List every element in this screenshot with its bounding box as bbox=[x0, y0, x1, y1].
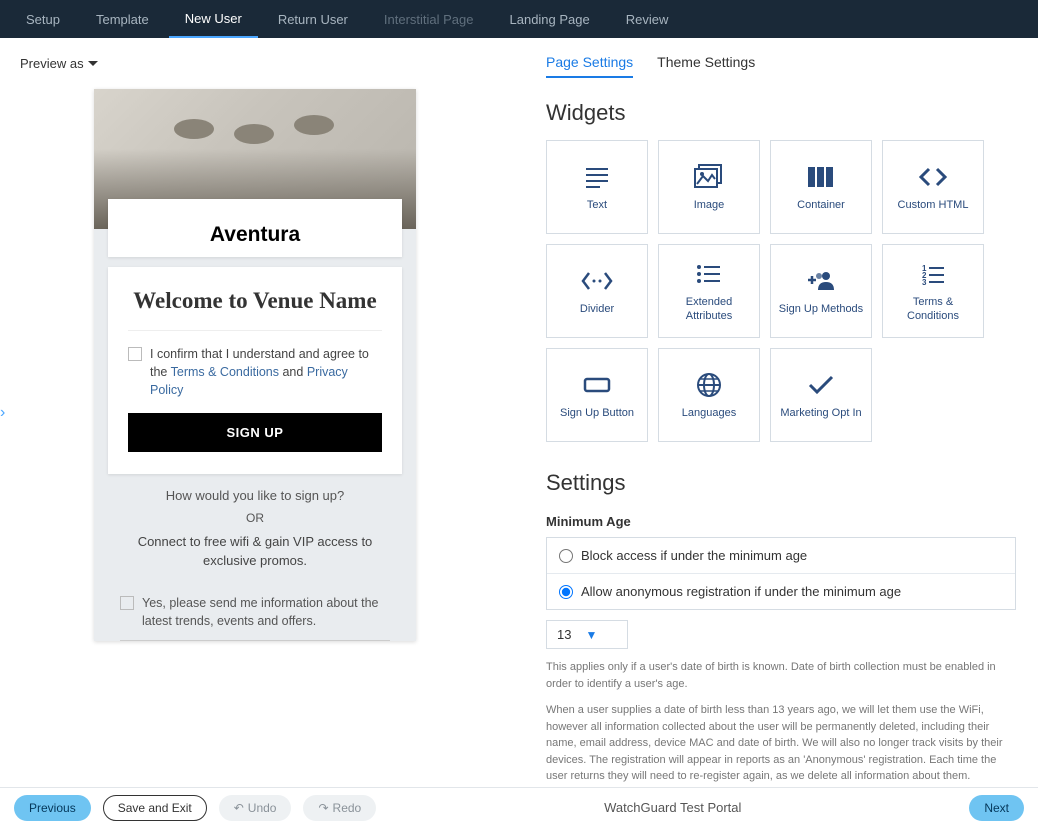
minimum-age-label: Minimum Age bbox=[546, 514, 1016, 529]
redo-icon: ↷ bbox=[318, 801, 328, 815]
chevron-down-icon bbox=[88, 61, 98, 66]
check-icon bbox=[807, 369, 835, 401]
nav-template[interactable]: Template bbox=[80, 0, 165, 38]
minimum-age-radio-group: Block access if under the minimum age Al… bbox=[546, 537, 1016, 610]
settings-tabs: Page Settings Theme Settings bbox=[546, 54, 1016, 78]
next-button[interactable]: Next bbox=[969, 795, 1024, 821]
widget-image[interactable]: Image bbox=[658, 140, 760, 234]
optin-text: Yes, please send me information about th… bbox=[142, 594, 390, 630]
redo-button[interactable]: ↷Redo bbox=[303, 795, 376, 821]
nav-interstitial[interactable]: Interstitial Page bbox=[368, 0, 490, 38]
radio-allow-anonymous-input[interactable] bbox=[559, 585, 573, 599]
widget-signup-button[interactable]: Sign Up Button bbox=[546, 348, 648, 442]
container-icon bbox=[807, 161, 835, 193]
undo-button[interactable]: ↶Undo bbox=[219, 795, 292, 821]
settings-heading: Settings bbox=[546, 470, 1016, 496]
previous-button[interactable]: Previous bbox=[14, 795, 91, 821]
nav-setup[interactable]: Setup bbox=[10, 0, 76, 38]
radio-allow-anonymous[interactable]: Allow anonymous registration if under th… bbox=[547, 573, 1015, 609]
portal-name: WatchGuard Test Portal bbox=[388, 800, 957, 815]
age-value: 13 bbox=[557, 627, 571, 642]
widgets-heading: Widgets bbox=[546, 100, 1016, 126]
welcome-card: Welcome to Venue Name I confirm that I u… bbox=[108, 267, 402, 474]
nav-return-user[interactable]: Return User bbox=[262, 0, 364, 38]
divider-icon bbox=[580, 265, 614, 297]
widget-terms[interactable]: 123 Terms & Conditions bbox=[882, 244, 984, 338]
settings-panel: Page Settings Theme Settings Widgets Tex… bbox=[540, 38, 1038, 787]
code-icon bbox=[917, 161, 949, 193]
save-exit-button[interactable]: Save and Exit bbox=[103, 795, 207, 821]
widget-text[interactable]: Text bbox=[546, 140, 648, 234]
welcome-title: Welcome to Venue Name bbox=[128, 285, 382, 331]
widget-divider[interactable]: Divider bbox=[546, 244, 648, 338]
terms-icon: 123 bbox=[920, 258, 946, 290]
radio-block-access[interactable]: Block access if under the minimum age bbox=[547, 538, 1015, 573]
preview-panel: › Preview as Aventura Welcome to Venue N… bbox=[0, 38, 540, 787]
widgets-grid: Text Image Container Custom HTML bbox=[546, 140, 1016, 442]
image-icon bbox=[694, 161, 724, 193]
helper-text: This applies only if a user's date of bi… bbox=[546, 659, 1016, 785]
panel-expand-handle[interactable]: › bbox=[0, 404, 5, 422]
widget-custom-html[interactable]: Custom HTML bbox=[882, 140, 984, 234]
nav-landing[interactable]: Landing Page bbox=[494, 0, 606, 38]
preview-as-dropdown[interactable]: Preview as bbox=[20, 56, 490, 71]
optin-checkbox[interactable] bbox=[120, 596, 134, 610]
footer-bar: Previous Save and Exit ↶Undo ↷Redo Watch… bbox=[0, 787, 1038, 827]
chevron-down-icon: ▼ bbox=[585, 628, 597, 642]
top-nav: Setup Template New User Return User Inte… bbox=[0, 0, 1038, 38]
minimum-age-select[interactable]: 13 ▼ bbox=[546, 620, 628, 649]
undo-icon: ↶ bbox=[234, 801, 244, 815]
list-icon bbox=[696, 258, 722, 290]
consent-text: I confirm that I understand and agree to… bbox=[150, 345, 382, 399]
nav-review[interactable]: Review bbox=[610, 0, 685, 38]
widget-container[interactable]: Container bbox=[770, 140, 872, 234]
signup-methods-icon bbox=[806, 265, 836, 297]
svg-text:3: 3 bbox=[922, 278, 927, 285]
widget-signup-methods[interactable]: Sign Up Methods bbox=[770, 244, 872, 338]
nav-new-user[interactable]: New User bbox=[169, 0, 258, 38]
widget-marketing-optin[interactable]: Marketing Opt In bbox=[770, 348, 872, 442]
wifi-message: Connect to free wifi & gain VIP access t… bbox=[120, 533, 390, 569]
button-icon bbox=[583, 369, 611, 401]
widget-extended-attributes[interactable]: Extended Attributes bbox=[658, 244, 760, 338]
signup-question: How would you like to sign up? bbox=[108, 488, 402, 503]
globe-icon bbox=[696, 369, 722, 401]
phone-preview: Aventura Welcome to Venue Name I confirm… bbox=[94, 89, 416, 641]
brand-card: Aventura bbox=[108, 199, 402, 257]
tab-theme-settings[interactable]: Theme Settings bbox=[657, 54, 755, 78]
text-icon bbox=[584, 161, 610, 193]
consent-checkbox[interactable] bbox=[128, 347, 142, 361]
preview-as-label: Preview as bbox=[20, 56, 84, 71]
divider-line bbox=[120, 640, 390, 641]
tab-page-settings[interactable]: Page Settings bbox=[546, 54, 633, 78]
terms-link[interactable]: Terms & Conditions bbox=[171, 365, 279, 379]
or-separator: OR bbox=[94, 511, 416, 525]
radio-block-access-input[interactable] bbox=[559, 549, 573, 563]
brand-name: Aventura bbox=[108, 223, 402, 247]
marketing-optin-row[interactable]: Yes, please send me information about th… bbox=[120, 594, 390, 630]
widget-languages[interactable]: Languages bbox=[658, 348, 760, 442]
consent-checkbox-row[interactable]: I confirm that I understand and agree to… bbox=[128, 345, 382, 399]
signup-button[interactable]: SIGN UP bbox=[128, 413, 382, 452]
